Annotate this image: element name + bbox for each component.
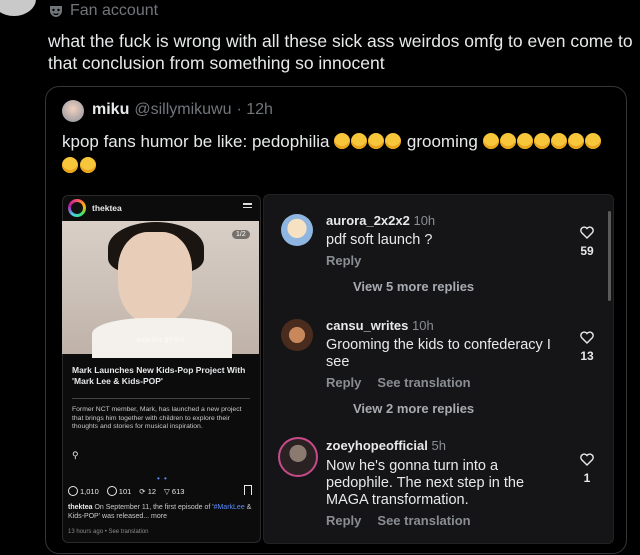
view-more-replies: View 5 more replies: [353, 279, 475, 294]
post-actions: 1,010 101 ⟳ 12 ▽ 613: [68, 486, 184, 496]
comment-avatar: [281, 319, 313, 351]
comment-user: aurora_2x2x2 10h: [326, 213, 435, 228]
image-counter: 1/2: [232, 230, 250, 239]
comment-links: Reply: [326, 253, 361, 268]
person-icon: ⚲: [72, 450, 79, 460]
comment-links: Reply See translation: [326, 513, 471, 528]
share-count: 613: [171, 486, 185, 496]
comment-avatar: [278, 437, 318, 477]
thektea-logo-inner: [71, 202, 83, 214]
comment-username: cansu_writes: [326, 318, 409, 333]
comment-user: cansu_writes 10h: [326, 318, 434, 333]
comment-icon: [106, 486, 117, 496]
mask-icon: [50, 6, 62, 17]
post-image-face: [118, 232, 192, 324]
quoted-author-name[interactable]: miku: [92, 101, 129, 119]
reply-link: Reply: [326, 253, 362, 268]
post-username: thektea: [92, 203, 122, 213]
post-body: Former NCT member, Mark, has launched a …: [72, 406, 242, 430]
comment-like-count: 1: [583, 471, 591, 485]
caption-hashtag: #MarkLee: [213, 504, 245, 511]
comment-time: 10h: [413, 213, 436, 228]
comment-user: zoeyhopeofficial 5h: [326, 438, 446, 453]
retweet-header[interactable]: Fan account: [48, 2, 158, 20]
caption-more: more: [151, 513, 167, 520]
caption-text: On September 11, the first episode of ': [92, 504, 214, 511]
like-action: 1,010: [68, 486, 99, 496]
comment-username: zoeyhopeofficial: [326, 438, 428, 453]
retweet-header-label: Fan account: [70, 2, 159, 19]
send-icon: ▽: [164, 486, 170, 496]
sweat-smile-emoji-group: [334, 132, 402, 151]
post-headline: Mark Launches New Kids-Pop Project With …: [72, 365, 246, 386]
like-count: 1,010: [80, 487, 99, 496]
bookmark-icon: [244, 485, 252, 495]
heart-icon: [580, 331, 594, 344]
comment-avatar: [281, 214, 313, 246]
comment-count: 101: [118, 487, 132, 496]
quoted-text-part-b: grooming: [402, 132, 483, 151]
quoted-tweet-text: kpop fans humor be like: pedophilia groo…: [62, 131, 617, 153]
comment-like-count: 59: [580, 244, 594, 258]
heart-icon: [580, 453, 594, 466]
caption-username: thektea: [68, 504, 93, 511]
quoted-text-part-a: kpop fans humor be like: pedophilia: [62, 132, 335, 151]
rofl-emoji-group: [482, 132, 602, 151]
heart-icon: [68, 486, 78, 496]
menu-icon: [243, 203, 252, 210]
repost-count: 12: [147, 486, 157, 496]
quoted-author-handle[interactable]: @sillymikuwu: [134, 101, 231, 119]
quoted-tweet-time: · 12h: [236, 101, 273, 118]
repost-action: ⟳ 12: [139, 487, 156, 496]
divider: [72, 398, 250, 399]
reply-link: Reply: [326, 375, 362, 390]
view-more-replies: View 2 more replies: [353, 401, 475, 416]
image-caption-overlay: #POP 마크 홍인하리: [136, 338, 184, 344]
quoted-tweet-header: miku @sillymikuwu · 12h: [92, 101, 273, 119]
see-translation-link: See translation: [377, 375, 471, 390]
tweet-text: what the fuck is wrong with all these si…: [48, 31, 633, 73]
comment-text: Now he's gonna turn into a pedophile. Th…: [326, 458, 525, 508]
repost-icon: ⟳: [139, 486, 146, 496]
comment-time: 10h: [412, 318, 434, 333]
comment-text: pdf soft launch ?: [326, 232, 433, 248]
post-meta: 13 hours ago • See translation: [68, 529, 149, 535]
see-translation-link: See translation: [377, 513, 471, 528]
comment-username: aurora_2x2x2: [326, 213, 410, 228]
comment-text: Grooming the kids to confederacy I see: [326, 337, 551, 370]
comment-time: 5h: [431, 438, 446, 453]
heart-icon: [580, 226, 594, 239]
reply-link: Reply: [326, 513, 362, 528]
carousel-dots: • •: [157, 474, 168, 483]
rofl-emoji-group-2: [62, 157, 97, 173]
scrollbar: [608, 211, 611, 301]
post-caption: thektea On September 11, the first episo…: [68, 503, 256, 521]
fan-account-avatar[interactable]: [0, 0, 36, 16]
comment-like-count: 13: [580, 349, 594, 363]
share-action: ▽ 613: [164, 487, 184, 496]
comment-action: 101: [106, 486, 132, 496]
quoted-author-avatar[interactable]: [62, 100, 84, 122]
comment-links: Reply See translation: [326, 375, 471, 390]
